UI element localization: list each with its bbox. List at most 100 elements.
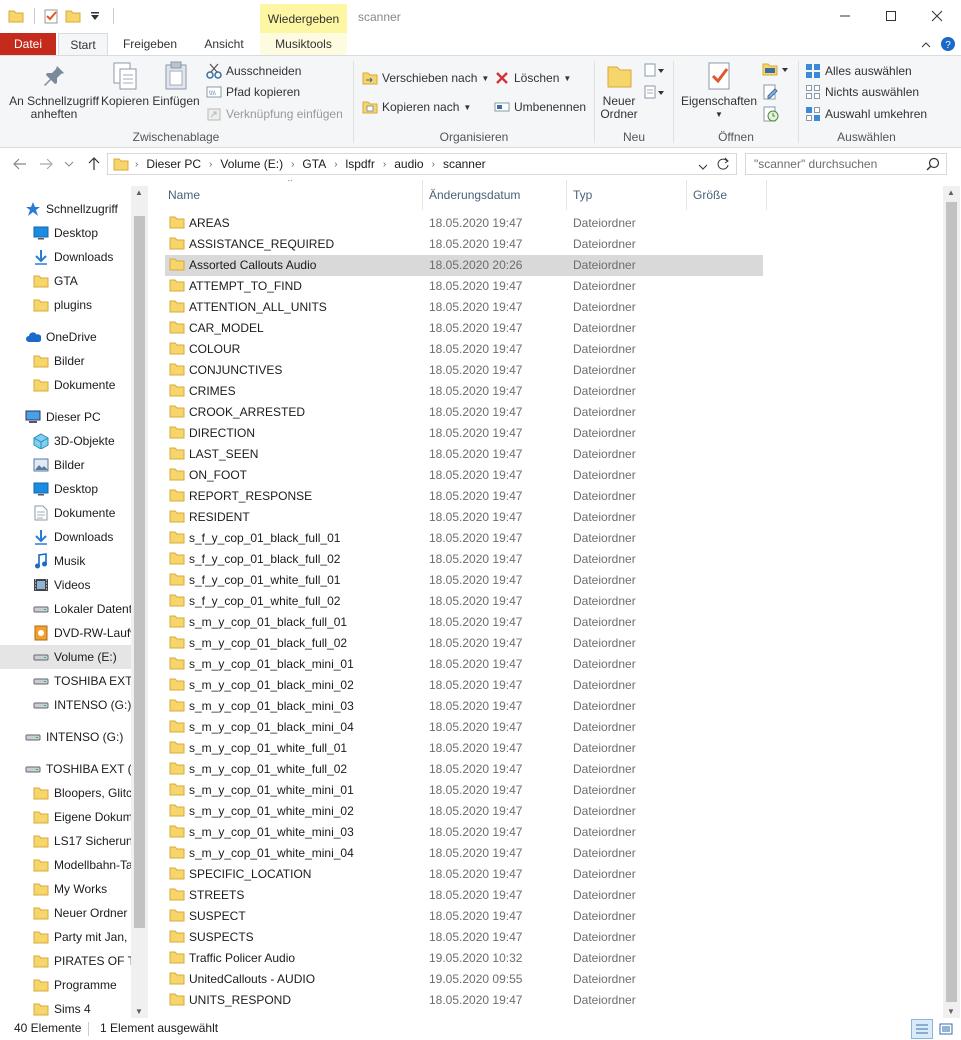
nav-item[interactable]: OneDrive [0,325,131,349]
nav-item[interactable]: 3D-Objekte [0,429,131,453]
file-row[interactable]: s_f_y_cop_01_white_full_01 18.05.2020 19:… [165,570,763,591]
scroll-down-icon[interactable]: ▼ [135,1007,143,1016]
nav-item[interactable]: TOSHIBA EXT ( [0,669,131,693]
breadcrumb-scanner[interactable]: scanner [443,157,486,171]
nav-item[interactable]: My Works [0,877,131,901]
nav-item[interactable]: Bilder [0,349,131,373]
breadcrumb-audio[interactable]: audio [394,157,423,171]
address-history-button[interactable] [698,159,708,173]
close-button[interactable] [914,0,960,32]
file-row[interactable]: CROOK_ARRESTED 18.05.2020 19:47 Dateiordne… [165,402,763,423]
properties-button[interactable]: Eigenschaften ▼ [680,60,758,121]
navigation-scrollbar[interactable]: ▲ ▼ [131,186,148,1018]
copy-path-button[interactable]: \\\\ Pfad kopieren [206,82,300,102]
file-row[interactable]: CRIMES 18.05.2020 19:47 Dateiordner [165,381,763,402]
forward-button[interactable] [36,154,56,174]
minimize-button[interactable] [822,0,868,32]
nav-item[interactable]: PIRATES OF TH [0,949,131,973]
scroll-up-icon[interactable]: ▲ [947,188,955,197]
file-row[interactable]: REPORT_RESPONSE 18.05.2020 19:47 Dateiordn… [165,486,763,507]
file-row[interactable]: s_m_y_cop_01_black_mini_01 18.05.2020 19:… [165,654,763,675]
scroll-up-icon[interactable]: ▲ [135,188,143,197]
file-row[interactable]: LAST_SEEN 18.05.2020 19:47 Dateiordner [165,444,763,465]
nav-item[interactable]: Bilder [0,453,131,477]
file-row[interactable]: s_f_y_cop_01_black_full_02 18.05.2020 19:… [165,549,763,570]
column-header-type[interactable]: Typ [567,180,687,210]
nav-item[interactable]: Downloads [0,525,131,549]
breadcrumb-this-pc[interactable]: Dieser PC [146,157,201,171]
scroll-down-icon[interactable]: ▼ [947,1007,955,1016]
file-row[interactable]: SUSPECTS 18.05.2020 19:47 Dateiordner [165,927,763,948]
nav-item[interactable]: Lokaler Datent [0,597,131,621]
easy-access-button[interactable] [643,84,667,102]
column-header-name[interactable]: Name [162,180,423,210]
copy-to-button[interactable]: Kopieren nach ▼ [362,97,471,117]
search-input[interactable]: "scanner" durchsuchen [745,153,947,175]
tab-musiktools[interactable]: Musiktools [260,33,347,55]
chevron-right-icon[interactable]: › [334,159,337,170]
nav-item[interactable]: Desktop [0,221,131,245]
nav-item[interactable]: Sims 4 [0,997,131,1018]
file-row[interactable]: s_m_y_cop_01_black_mini_02 18.05.2020 19:… [165,675,763,696]
column-header-date[interactable]: Änderungsdatum [423,180,567,210]
file-row[interactable]: CONJUNCTIVES 18.05.2020 19:47 Dateiordner [165,360,763,381]
tab-start[interactable]: Start [58,33,108,56]
move-to-button[interactable]: Verschieben nach ▼ [362,68,489,88]
file-row[interactable]: DIRECTION 18.05.2020 19:47 Dateiordner [165,423,763,444]
new-item-button[interactable] [643,62,667,80]
up-button[interactable] [84,154,104,174]
nav-item[interactable]: Dokumente [0,373,131,397]
tab-ansicht[interactable]: Ansicht [192,33,256,55]
file-row[interactable]: RESIDENT 18.05.2020 19:47 Dateiordner [165,507,763,528]
file-row[interactable]: s_m_y_cop_01_white_full_02 18.05.2020 19:… [165,759,763,780]
nav-item[interactable]: Bloopers, Glitc [0,781,131,805]
nav-item[interactable]: Schnellzugriff [0,197,131,221]
recent-locations-button[interactable] [62,154,76,174]
file-row[interactable]: s_m_y_cop_01_black_full_02 18.05.2020 19:… [165,633,763,654]
file-row[interactable]: s_m_y_cop_01_black_mini_04 18.05.2020 19:… [165,717,763,738]
file-row[interactable]: AREAS 18.05.2020 19:47 Dateiordner [165,213,763,234]
properties-icon[interactable] [41,6,61,26]
invert-selection-button[interactable]: Auswahl umkehren [805,104,927,124]
help-button[interactable]: ? [940,36,956,52]
new-folder-icon[interactable] [63,6,83,26]
nav-item[interactable]: Modellbahn-Ta [0,853,131,877]
nav-item[interactable]: Desktop [0,477,131,501]
tab-freigeben[interactable]: Freigeben [112,33,188,55]
file-row[interactable]: ASSISTANCE_REQUIRED 18.05.2020 19:47 Datei… [165,234,763,255]
file-row[interactable]: s_m_y_cop_01_white_mini_03 18.05.2020 19:… [165,822,763,843]
file-row[interactable]: SPECIFIC_LOCATION 18.05.2020 19:47 Dateior… [165,864,763,885]
file-row[interactable]: ON_FOOT 18.05.2020 19:47 Dateiordner [165,465,763,486]
nav-item[interactable]: Videos [0,573,131,597]
file-row[interactable]: CAR_MODEL 18.05.2020 19:47 Dateiordner [165,318,763,339]
file-row[interactable]: s_m_y_cop_01_white_mini_01 18.05.2020 19:… [165,780,763,801]
file-row[interactable]: s_m_y_cop_01_black_full_01 18.05.2020 19:… [165,612,763,633]
file-row[interactable]: ATTENTION_ALL_UNITS 18.05.2020 19:47 Datei… [165,297,763,318]
nav-item[interactable]: LS17 Sicherung [0,829,131,853]
file-row[interactable]: SUSPECT 18.05.2020 19:47 Dateiordner [165,906,763,927]
nav-item[interactable]: Dokumente [0,501,131,525]
history-button[interactable] [762,106,782,122]
breadcrumb-volume-e[interactable]: Volume (E:) [220,157,283,171]
new-folder-button[interactable]: Neuer Ordner [597,60,641,121]
file-row[interactable]: COLOUR 18.05.2020 19:47 Dateiordner [165,339,763,360]
collapse-ribbon-button[interactable] [918,36,934,52]
nav-item[interactable]: Volume (E:) [0,645,131,669]
file-row[interactable]: STREETS 18.05.2020 19:47 Dateiordner [165,885,763,906]
file-row[interactable]: s_m_y_cop_01_white_full_01 18.05.2020 19:… [165,738,763,759]
nav-item[interactable]: Programme [0,973,131,997]
chevron-right-icon[interactable]: › [383,159,386,170]
file-row[interactable]: s_f_y_cop_01_black_full_01 18.05.2020 19:… [165,528,763,549]
pin-quick-access-button[interactable]: An Schnellzugriff anheften [6,60,102,121]
nav-item[interactable]: Downloads [0,245,131,269]
large-icons-view-button[interactable] [936,1019,956,1039]
customize-toolbar-icon[interactable] [85,6,105,26]
chevron-right-icon[interactable]: › [291,159,294,170]
file-row[interactable]: s_m_y_cop_01_white_mini_04 18.05.2020 19:… [165,843,763,864]
breadcrumb-lspdfr[interactable]: lspdfr [346,157,375,171]
nav-item[interactable]: INTENSO (G:) [0,693,131,717]
address-bar[interactable]: › Dieser PC › Volume (E:) › GTA › lspdfr… [107,153,737,175]
file-row[interactable]: s_m_y_cop_01_white_mini_02 18.05.2020 19:… [165,801,763,822]
maximize-button[interactable] [868,0,914,32]
chevron-right-icon[interactable]: › [209,159,212,170]
